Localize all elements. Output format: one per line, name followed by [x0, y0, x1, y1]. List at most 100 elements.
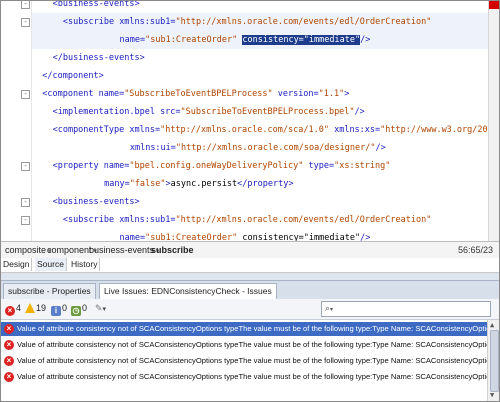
error-icon: × [4, 372, 14, 382]
code-token: <implementation.bpel [52, 107, 161, 117]
code-token: type= [308, 161, 335, 171]
errors-filter[interactable]: × 4 [5, 302, 21, 316]
code-token: "SubscribeToEventBPELProcess" [124, 89, 273, 99]
info-icon: i [51, 306, 61, 316]
code-token: "false" [129, 179, 166, 189]
code-token: xmlns:sub1= [119, 215, 176, 225]
code-line[interactable]: many="false">async.persist</property> [32, 175, 489, 193]
breadcrumb-item-composite[interactable]: composite ▾ [5, 244, 52, 256]
code-token: <subscribe [62, 215, 120, 225]
code-line[interactable]: </component> [32, 67, 489, 85]
code-line[interactable]: <subscribe xmlns:sub1="http://xmlns.orac… [32, 211, 489, 229]
issue-row[interactable]: × Value of attribute consistency not of S… [1, 338, 487, 352]
source-editor[interactable]: - - - - - - <business-events> <subscribe xmlns… [1, 1, 499, 241]
fold-minus-icon[interactable]: - [21, 216, 30, 225]
fold-minus-icon[interactable]: - [21, 198, 30, 207]
code-line[interactable]: <componentType xmlns="http://xmlns.oracl… [32, 121, 499, 139]
code-token: "bpel.config.oneWayDeliveryPolicy" [129, 161, 304, 171]
fold-minus-icon[interactable]: - [21, 1, 30, 9]
tab-design[interactable]: Design [1, 258, 33, 271]
search-icon: ⌕▾ [325, 303, 334, 313]
selected-text: consistency="immediate" [242, 35, 361, 45]
code-line[interactable]: <implementation.bpel src="SubscribeToEve… [32, 103, 489, 121]
code-line[interactable]: <property name="bpel.config.oneWayDelive… [32, 157, 489, 175]
code-token: /> [354, 107, 365, 117]
scroll-thumb[interactable] [490, 330, 499, 392]
code-token: <business-events> [52, 197, 140, 207]
code-line[interactable]: <business-events> [32, 1, 489, 13]
fold-minus-icon[interactable]: - [21, 162, 30, 171]
issues-search[interactable]: ⌕▾ [321, 301, 491, 317]
issues-list: × Value of attribute consistency not of S… [1, 320, 487, 401]
code-token: xmlns:sub1= [119, 17, 176, 27]
incomplete-filter[interactable]: ◷ 0 [71, 302, 87, 316]
code-token: "http://xmlns.oracle.com/soa/designer/" [175, 143, 376, 153]
breadcrumb-item-business-events[interactable]: business-events ▾ [89, 244, 160, 256]
code-token: xmlns= [129, 125, 161, 135]
tab-live-issues[interactable]: Live Issues: EDNConsistencyCheck - Issue… [99, 283, 277, 299]
code-token: "1.1" [318, 89, 345, 99]
incomplete-icon: ◷ [71, 306, 81, 316]
code-token: <subscribe [62, 17, 120, 27]
fold-minus-icon[interactable]: - [21, 18, 30, 27]
fold-minus-icon[interactable]: - [21, 90, 30, 99]
editor-scrollbar[interactable] [488, 1, 499, 241]
issues-toolbar: × 4 19 i0 ◷ 0 ✎▾ ⌕▾ [1, 299, 499, 320]
code-token: <property [52, 161, 104, 171]
tab-properties[interactable]: subscribe - Properties [3, 283, 96, 299]
ide-window: - - - - - - <business-events> <subscribe xmlns… [0, 0, 500, 402]
code-token: /> [360, 35, 371, 45]
search-input[interactable] [342, 302, 482, 315]
code-token: </business-events> [52, 53, 145, 63]
code-token: "http://xmlns.oracle.com/events/edl/Orde… [175, 215, 432, 225]
panel-divider[interactable] [1, 273, 499, 280]
code-line[interactable]: <component name="SubscribeToEventBPELPro… [32, 85, 489, 103]
code-token: xmlns:ui= [129, 143, 176, 153]
scroll-up-icon[interactable]: ▲ [490, 321, 494, 329]
code-token: "sub1:CreateOrder" [145, 35, 238, 45]
code-token: many= [104, 179, 130, 189]
code-line[interactable]: name="sub1:CreateOrder" consistency="imm… [32, 229, 489, 241]
chevron-down-icon: ▾ [102, 306, 107, 313]
code-token: async.persist [170, 179, 238, 189]
code-line[interactable]: </business-events> [32, 49, 489, 67]
error-icon: × [4, 340, 14, 350]
error-icon: × [5, 306, 15, 316]
code-token: "xs:string" [334, 161, 391, 171]
code-token: name= [98, 89, 125, 99]
code-line[interactable]: xmlns:ui="http://xmlns.oracle.com/soa/de… [32, 139, 489, 157]
breadcrumb: composite ▾ component ▾ business-events ▾ s… [1, 241, 499, 259]
code-token: version= [277, 89, 319, 99]
code-token: name= [119, 233, 146, 241]
info-filter[interactable]: i0 [51, 302, 67, 316]
editor-gutter: - - - - - - [1, 1, 32, 241]
code-line[interactable]: <subscribe xmlns:sub1="http://xmlns.orac… [32, 13, 489, 31]
code-line[interactable]: name="sub1:CreateOrder" consistency="imm… [32, 31, 489, 49]
code-token: <business-events> [52, 1, 140, 9]
issue-row[interactable]: × Value of attribute consistency not of S… [1, 322, 487, 336]
tab-history[interactable]: History [69, 258, 101, 271]
code-token: </component> [42, 71, 104, 81]
error-token: consistency="immediate" [242, 233, 361, 241]
issues-scrollbar[interactable]: ▲ ▼ [487, 320, 499, 401]
error-icon: × [4, 324, 14, 334]
code-line[interactable]: <business-events> [32, 193, 489, 211]
code-token: > [344, 89, 350, 99]
filter-icon: ✎ [95, 303, 103, 313]
issue-row[interactable]: × Value of attribute consistency not of S… [1, 370, 487, 384]
tab-source[interactable]: Source [35, 258, 67, 271]
code-token: /> [360, 233, 371, 241]
error-marker[interactable] [489, 1, 499, 9]
filter-button[interactable]: ✎▾ [95, 302, 106, 315]
panel-tabs: subscribe - Properties Live Issues: EDNC… [1, 280, 499, 300]
code-token: name= [119, 35, 146, 45]
scroll-down-icon[interactable]: ▼ [490, 391, 494, 399]
breadcrumb-item-subscribe[interactable]: subscribe [151, 244, 194, 256]
issue-row[interactable]: × Value of attribute consistency not of S… [1, 354, 487, 368]
code-token: "http://xmlns.oracle.com/events/edl/Orde… [175, 17, 432, 27]
code-token: "http://www.w3.org/2001/XMLSchema" [380, 125, 499, 135]
warning-icon [25, 303, 35, 313]
code-token: "SubscribeToEventBPELProcess.bpel" [180, 107, 355, 117]
warnings-filter[interactable]: 19 [25, 302, 46, 315]
code-token: name= [103, 161, 130, 171]
